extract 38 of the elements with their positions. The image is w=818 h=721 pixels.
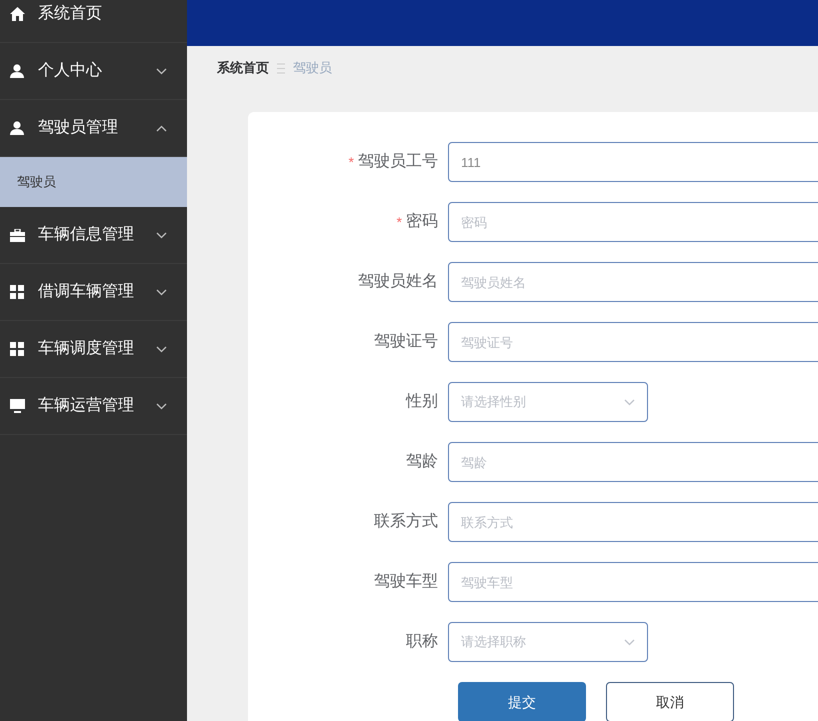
grid-icon — [10, 285, 24, 299]
submenu-item[interactable]: 驾驶员 — [0, 157, 187, 207]
briefcase-icon — [10, 228, 24, 242]
required-mark: * — [348, 152, 354, 172]
field-label: 性别 — [406, 392, 438, 412]
input-field[interactable]: 驾龄 — [448, 442, 818, 482]
home-icon — [10, 7, 24, 21]
breadcrumb-item: 驾驶员 — [293, 59, 332, 78]
field-label: 驾驶证号 — [374, 332, 438, 352]
breadcrumb-item[interactable]: 系统首页 — [217, 58, 269, 78]
user-icon — [10, 64, 24, 78]
menu-item[interactable]: 车辆运营管理 — [0, 378, 187, 435]
required-mark: * — [396, 212, 402, 232]
menu-item[interactable]: 车辆信息管理 — [0, 207, 187, 264]
field-label: 驾龄 — [406, 452, 438, 472]
submit-button[interactable]: 提交 — [458, 682, 586, 721]
field-label: 驾驶员姓名 — [358, 272, 438, 292]
field-label: 驾驶员工号 — [358, 152, 438, 172]
menu-item[interactable]: 借调车辆管理 — [0, 264, 187, 321]
input-field[interactable]: 驾驶车型 — [448, 562, 818, 602]
user-icon — [10, 121, 24, 135]
field-label: 联系方式 — [374, 512, 438, 532]
field-label: 职称 — [406, 632, 438, 652]
caret-icon — [624, 398, 635, 406]
input-field[interactable]: 驾驶证号 — [448, 322, 818, 362]
field-label: 驾驶车型 — [374, 572, 438, 592]
caret-icon — [624, 638, 635, 646]
input-field[interactable]: 联系方式 — [448, 502, 818, 542]
menu-item[interactable]: 车辆调度管理 — [0, 321, 187, 378]
input-field[interactable]: 111 — [448, 142, 818, 182]
input-field[interactable]: 驾驶员姓名 — [448, 262, 818, 302]
field-label: 密码 — [406, 212, 438, 232]
input-field[interactable]: 密码 — [448, 202, 818, 242]
grid-icon — [10, 342, 24, 356]
separator-icon — [277, 62, 285, 74]
cancel-button[interactable]: 取消 — [606, 682, 734, 721]
monitor-icon — [10, 399, 24, 413]
menu-item[interactable]: 个人中心 — [0, 43, 187, 100]
